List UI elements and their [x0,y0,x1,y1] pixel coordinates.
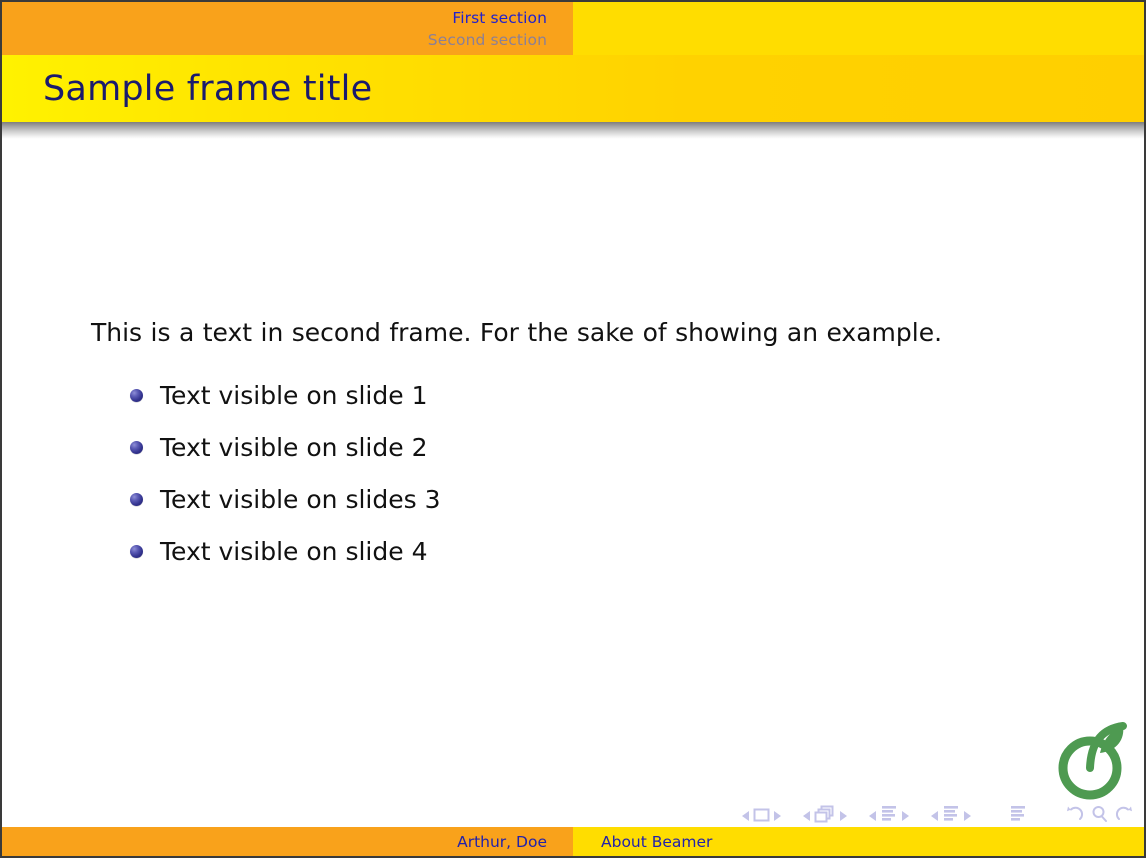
title-bar-shadow [2,122,1144,139]
section-entry-second[interactable]: Second section [428,29,547,51]
subsection-icon[interactable] [880,805,898,827]
slide-icon[interactable] [753,807,770,826]
prev-slide-icon[interactable] [742,811,749,821]
list-item-label: Text visible on slide 1 [160,380,428,410]
section-list: First section Second section [2,2,573,55]
overleaf-logo [1053,713,1131,801]
footer-title-cell: About Beamer [573,827,1144,856]
frame-title: Sample frame title [43,68,373,109]
slide-nav-group [738,807,785,826]
list-item-label: Text visible on slide 4 [160,536,428,566]
list-item: Text visible on slide 1 [2,369,1002,421]
section-entry-first[interactable]: First section [452,7,547,29]
bullet-ball-icon [130,544,143,558]
prev-subsection-icon[interactable] [869,811,876,821]
header-filler [573,2,1144,55]
subsection-nav-group [865,805,913,827]
frame-title-bar: Sample frame title [2,55,1144,122]
navigation-symbols [738,804,1134,828]
next-frame-icon[interactable] [840,811,847,821]
list-item: Text visible on slide 4 [2,525,1002,577]
search-icon[interactable] [1091,805,1108,827]
beamer-slide: First section Second section Sample fram… [0,0,1146,858]
forward-icon[interactable] [1115,805,1134,827]
bullet-ball-icon [130,440,143,454]
footer-author-cell: Arthur, Doe [2,827,573,856]
frame-nav-group [799,805,851,827]
footer-title: About Beamer [601,832,713,851]
section-navigation-header: First section Second section [2,2,1144,55]
list-item: Text visible on slide 2 [2,421,1002,473]
bullet-ball-icon [130,492,143,506]
next-slide-icon[interactable] [774,811,781,821]
bullet-list: Text visible on slide 1 Text visible on … [2,369,1002,577]
section-icon[interactable] [942,805,960,827]
footer-bar: Arthur, Doe About Beamer [2,827,1144,856]
prev-section-icon[interactable] [931,811,938,821]
bullet-ball-icon [130,388,143,402]
list-item-label: Text visible on slides 3 [160,484,441,514]
body-paragraph: This is a text in second frame. For the … [91,318,943,347]
slide-body: This is a text in second frame. For the … [2,139,1144,829]
frames-icon[interactable] [814,805,836,827]
footer-author: Arthur, Doe [457,832,547,851]
list-item-label: Text visible on slide 2 [160,432,428,462]
section-nav-group [927,805,975,827]
history-nav-group [1065,805,1134,827]
next-subsection-icon[interactable] [902,811,909,821]
presentation-nav-group [1009,805,1027,827]
next-section-icon[interactable] [964,811,971,821]
list-item: Text visible on slides 3 [2,473,1002,525]
presentation-icon[interactable] [1009,805,1027,827]
back-icon[interactable] [1065,805,1084,827]
prev-frame-icon[interactable] [803,811,810,821]
